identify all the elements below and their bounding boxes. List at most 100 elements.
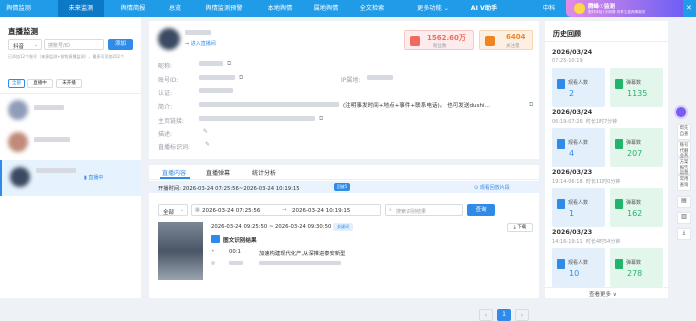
fans-value: 1562.60万 [427, 34, 466, 42]
account-list-item-selected[interactable]: ▮ 直播中 [0, 160, 141, 196]
nav-item-active[interactable]: 未来监测 [58, 0, 104, 17]
panel-title: 直播监测 [8, 27, 38, 36]
prev-page-button[interactable]: ‹ [479, 309, 493, 321]
tab-live-content[interactable]: 直播内容 [162, 168, 186, 177]
session-time: 14:16-19:11 时长4时54分钟 [552, 239, 621, 245]
add-button[interactable]: 添加 [108, 39, 133, 50]
danmu-value: 207 [627, 149, 643, 158]
edit-icon[interactable]: ✎ [205, 141, 210, 148]
nav-item-warning[interactable]: 舆情监测预警 [196, 0, 252, 17]
nav-item-ai-assistant[interactable]: AI V助手 [466, 0, 502, 17]
chevron-down-icon: ⌄ [180, 207, 185, 213]
end-date[interactable]: 2026-03-24 10:19:15 [292, 208, 350, 214]
account-detail-panel: ⇒ 进入直播间 1562.60万 粉丝数 6404 关注量 昵称: ⧉ 账号ID… [149, 21, 539, 321]
nav-item-zhongke[interactable]: 中科 [538, 0, 560, 17]
bio-redacted [199, 102, 339, 107]
copy-icon[interactable]: ⧉ [529, 101, 533, 109]
history-session-card[interactable]: 观看人数 1 弹幕数 162 [552, 188, 663, 227]
query-tool[interactable]: 常用查询 [677, 175, 691, 191]
tab-statistics[interactable]: 统计分析 [252, 168, 276, 177]
history-session-card[interactable]: 观看人数 2 弹幕数 1135 [552, 68, 663, 107]
date-range-picker[interactable]: ▦ 2026-03-24 07:25:56 → 2026-03-24 10:19… [191, 204, 381, 216]
page-1-button[interactable]: 1 [497, 309, 511, 321]
self-check-tool[interactable]: 帮先自查 [677, 124, 691, 140]
download-button[interactable]: ⤓ 下载 [507, 223, 533, 232]
live-status-badge: ▮ 直播中 [84, 174, 103, 181]
collapse-icon[interactable]: ⤓ [677, 228, 691, 240]
next-page-button[interactable]: › [515, 309, 529, 321]
nav-item-fulltext[interactable]: 全文检索 [354, 0, 390, 17]
viewers-label: 观看人数 [568, 260, 589, 266]
copy-icon[interactable]: ⧉ [239, 74, 243, 82]
link-icon: ⇒ [185, 41, 190, 47]
nav-item-territorial[interactable]: 属地舆情 [306, 0, 346, 17]
clip-time-range: 2026-03-24 09:25:50 ~ 2026-03-24 09:30:5… [211, 224, 332, 230]
watch-replay-link[interactable]: ⊙ 观看回放片段 [474, 184, 510, 191]
trash-icon[interactable]: ▥ [677, 212, 691, 224]
filter-all[interactable]: 全部 [8, 79, 25, 88]
nav-item-more[interactable]: 更多功能 ⌄ [408, 0, 458, 17]
viewers-value: 1 [569, 209, 575, 218]
viewers-icon [557, 79, 565, 89]
filter-offline[interactable]: 未开播 [56, 79, 82, 88]
document-icon[interactable]: ▤ [677, 196, 691, 208]
range-arrow: → [282, 207, 287, 213]
nav-item-overview[interactable]: 总览 [160, 0, 190, 17]
tab-live-danmu[interactable]: 直播弹幕 [206, 168, 230, 177]
account-name-redacted [36, 168, 76, 173]
account-name-redacted [34, 105, 64, 110]
follow-stat: 6404 关注量 [479, 30, 533, 50]
start-date[interactable]: 2026-03-24 07:25:56 [202, 208, 260, 214]
clip-thumbnail[interactable] [158, 222, 203, 280]
danmu-value: 1135 [627, 89, 648, 98]
avatar [10, 167, 30, 187]
search-placeholder: 搜索识别结果 [396, 208, 427, 215]
calendar-icon: ▦ [195, 207, 200, 213]
copy-icon[interactable]: ⧉ [319, 115, 323, 123]
result-search-input[interactable]: ⌕ 搜索识别结果 [385, 204, 463, 216]
platform-select[interactable]: 抖音 ⌄ [8, 39, 42, 50]
keyword-badge: 关键词 [333, 223, 353, 231]
history-session-card[interactable]: 观看人数 4 弹幕数 207 [552, 128, 663, 167]
report-tool[interactable]: 方案报告运营 [677, 158, 691, 176]
viewers-value: 2 [569, 89, 575, 98]
replay-badge[interactable]: 回放5 [334, 183, 350, 191]
profile-name-redacted [185, 30, 211, 35]
account-list-item[interactable] [0, 127, 141, 159]
filter-live[interactable]: 直播中 [27, 79, 53, 88]
view-more-button[interactable]: 查看更多 ∨ [589, 290, 617, 298]
edit-icon[interactable]: ✎ [203, 128, 208, 135]
nav-item-briefing[interactable]: 舆情简报 [114, 0, 152, 17]
viewers-label: 观看人数 [568, 200, 589, 206]
ai-assistant-icon[interactable] [674, 105, 688, 119]
nav-item-yuqing-jiance[interactable]: 舆情监测 [0, 0, 37, 17]
live-monitor-panel: 直播监测 抖音 ⌄ 搜账号/ID 添加 已添加12个账号（来源监测+按钩直播监测… [0, 17, 141, 298]
follow-value: 6404 [506, 33, 526, 41]
promo-title: 腾峰☉监测 [588, 4, 615, 10]
viewers-icon [557, 199, 565, 209]
ip-redacted [367, 75, 393, 80]
bio-label: 简介: [158, 104, 173, 111]
promo-banner[interactable]: 腾峰☉监测 限时体验7天舆情 尽享五星舆情服务 [566, 0, 683, 17]
homepage-redacted [199, 116, 315, 121]
query-button[interactable]: 查询 [467, 204, 495, 216]
quota-note: 已添加12个账号（来源监测+按钩直播监测），最多可添加202个 [8, 54, 125, 59]
fans-label: 粉丝数 [433, 44, 447, 49]
avatar [8, 132, 28, 152]
account-delete-tool[interactable]: 账号代删业务 [677, 141, 691, 159]
close-icon[interactable]: ✕ [686, 4, 692, 12]
enter-live-room-link[interactable]: ⇒ 进入直播间 [185, 40, 216, 47]
follow-icon [485, 36, 495, 46]
session-time: 06:19-07:26 时长1时7分钟 [552, 119, 618, 125]
session-time: 07:25-10:19 [552, 58, 583, 64]
account-list-item[interactable] [0, 95, 141, 127]
keyword-label: 直播标识词: [158, 144, 191, 151]
homepage-label: 主页链接: [158, 118, 185, 125]
type-select[interactable]: 全部 ⌄ [158, 204, 188, 216]
copy-icon[interactable]: ⧉ [227, 60, 231, 68]
account-id-redacted [199, 75, 235, 80]
nav-item-local[interactable]: 本地舆情 [262, 0, 298, 17]
viewers-icon [557, 259, 565, 269]
history-session-card[interactable]: 观看人数 10 弹幕数 278 [552, 248, 663, 287]
account-search-input[interactable]: 搜账号/ID [44, 39, 104, 50]
